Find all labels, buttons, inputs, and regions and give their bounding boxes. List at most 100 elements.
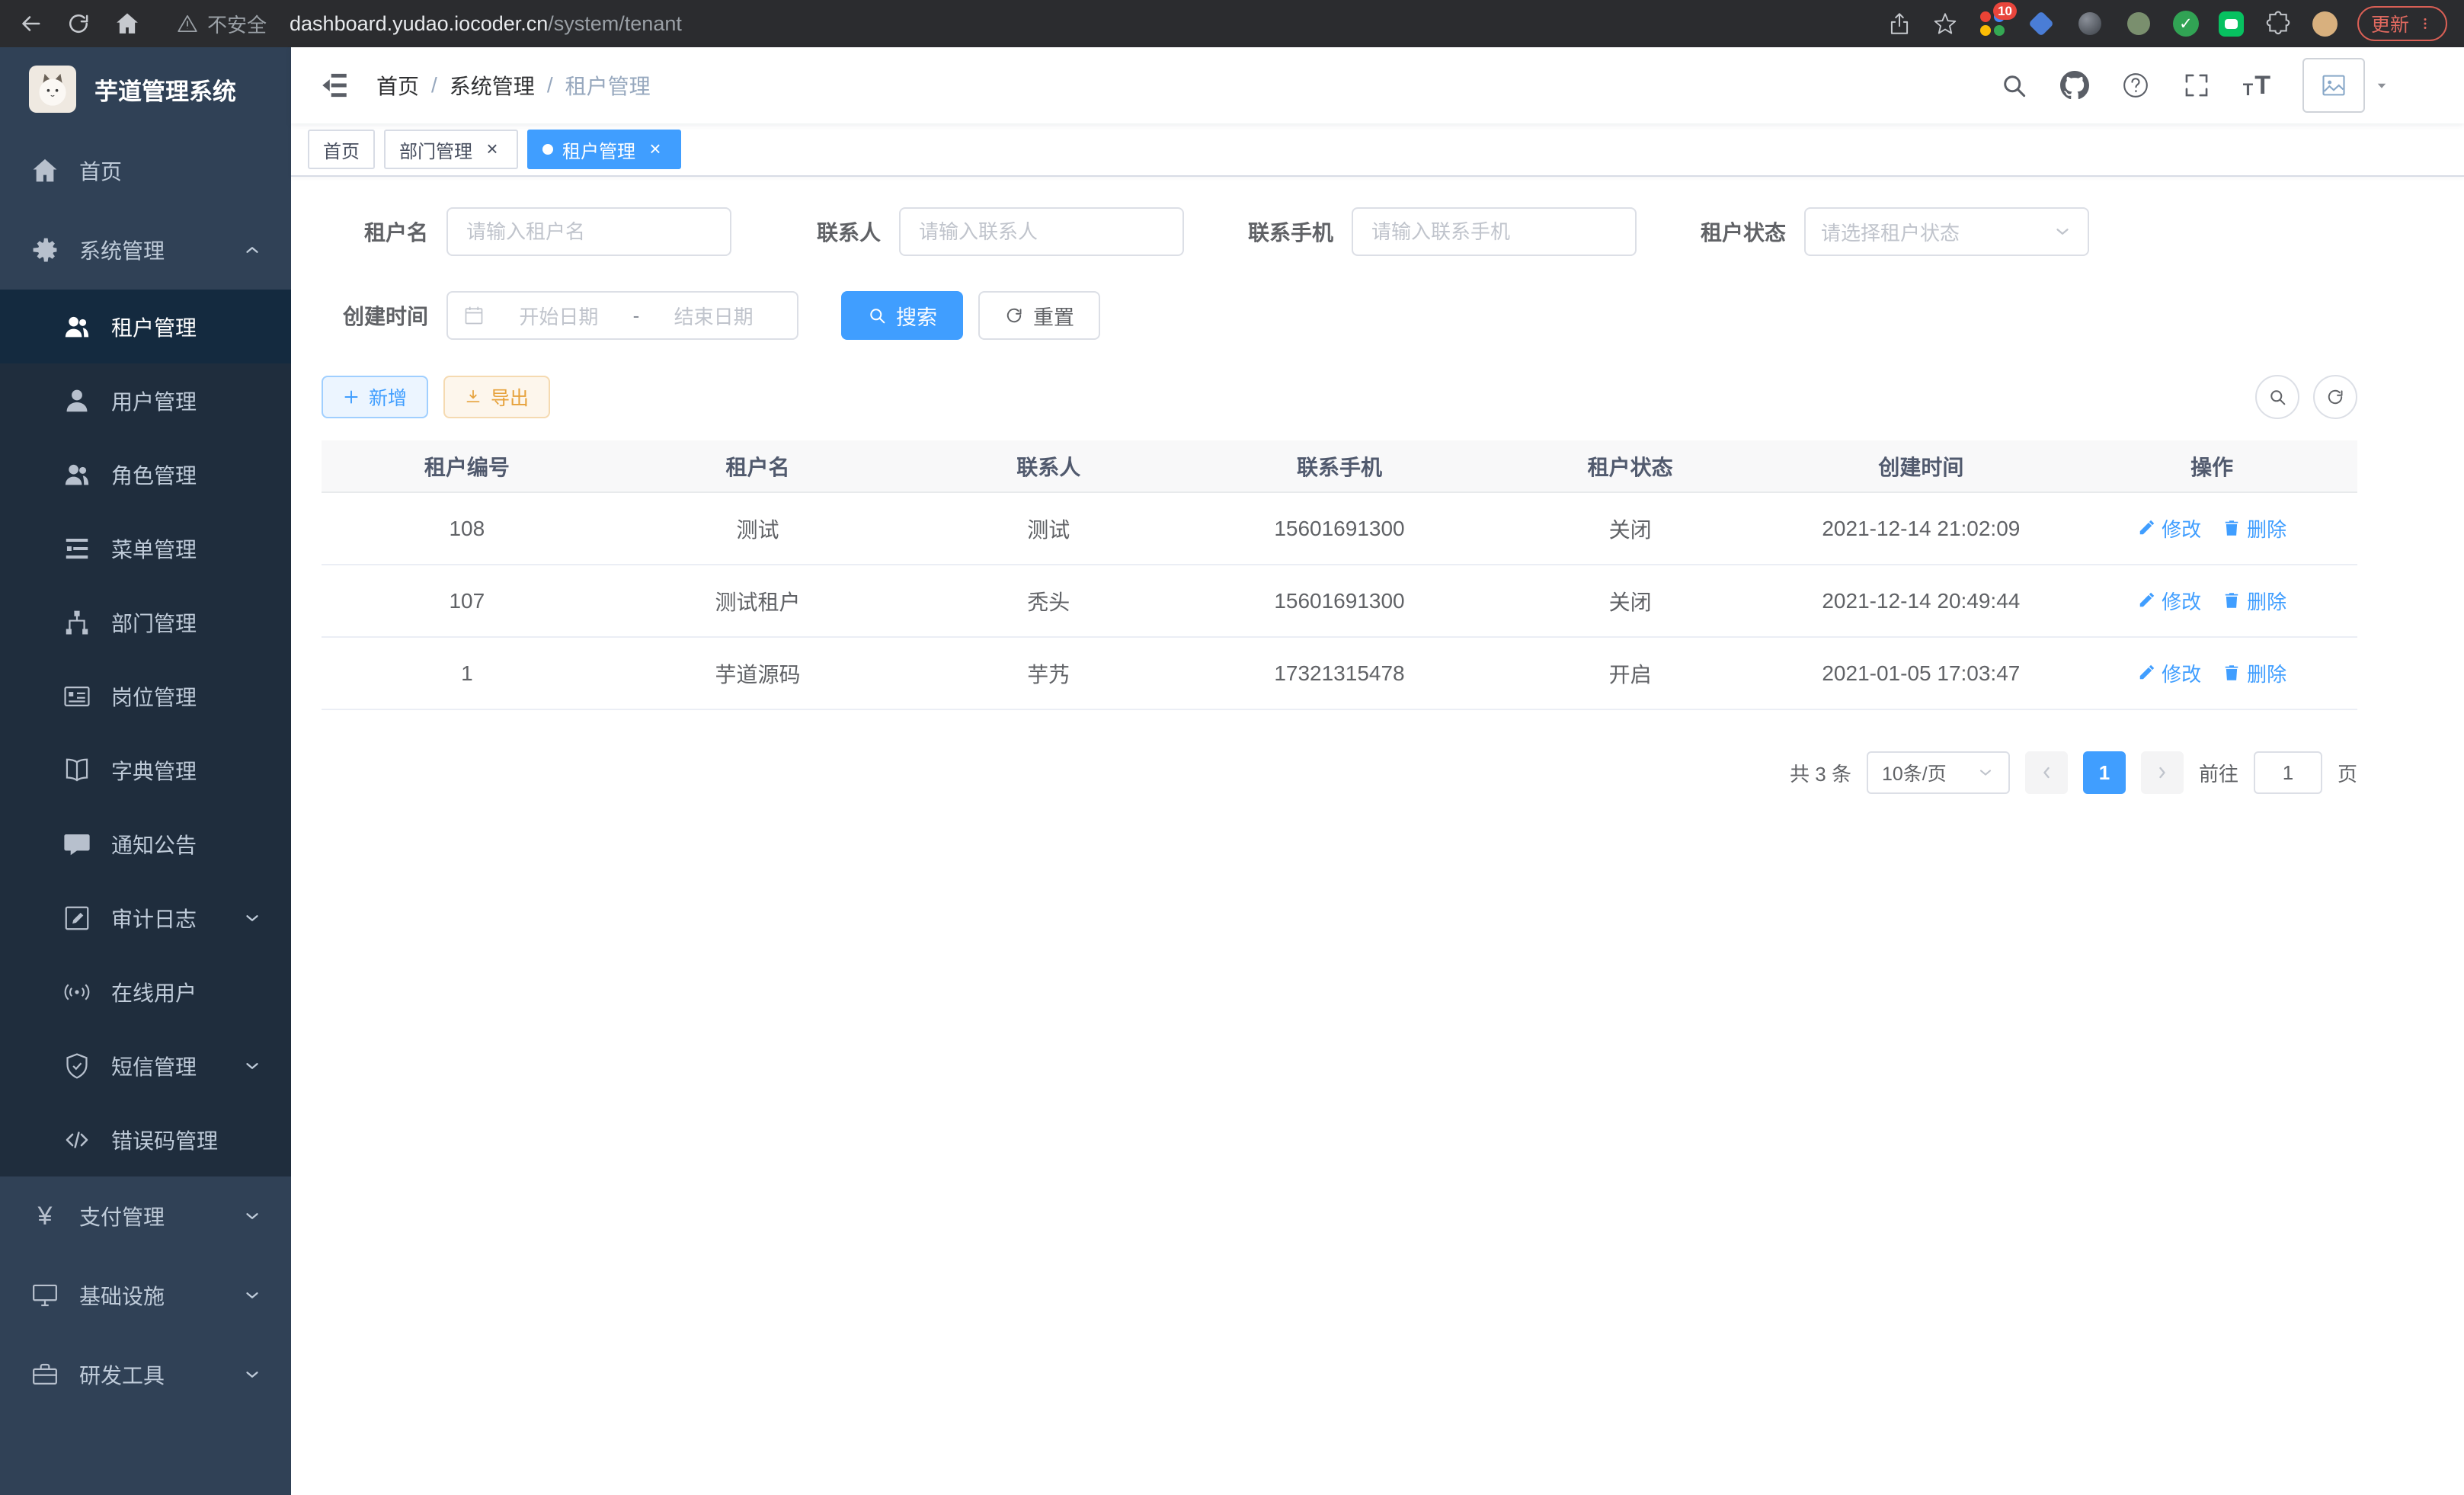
phone-input[interactable] [1352, 207, 1637, 256]
breadcrumb-separator: / [547, 73, 553, 98]
tenant-status-select[interactable]: 请选择租户状态 [1804, 207, 2089, 256]
browser-back-icon[interactable] [17, 11, 43, 37]
browser-home-icon[interactable] [114, 11, 140, 37]
sidebar-item-sms-management[interactable]: 短信管理 [0, 1029, 291, 1103]
sidebar-item-error-code-management[interactable]: 错误码管理 [0, 1103, 291, 1176]
tab-部门管理[interactable]: 部门管理× [384, 130, 518, 169]
column-header: 联系手机 [1194, 440, 1485, 492]
avatar [2302, 58, 2365, 113]
sidebar-collapse-icon[interactable] [318, 69, 350, 101]
delete-button[interactable]: 删除 [2222, 514, 2286, 543]
sidebar-item-notice[interactable]: 通知公告 [0, 807, 291, 881]
browser-update-button[interactable]: 更新 [2357, 6, 2447, 41]
extension-sphere-icon[interactable] [2075, 9, 2104, 38]
cell-id: 108 [322, 492, 613, 565]
sidebar: 芋道管理系统 首页系统管理租户管理用户管理角色管理菜单管理部门管理岗位管理字典管… [0, 47, 291, 1495]
extension-check-icon[interactable]: ✓ [2173, 11, 2199, 37]
extension-dots-icon[interactable]: 10 [1978, 9, 2007, 38]
contact-input[interactable] [899, 207, 1184, 256]
column-header: 租户状态 [1485, 440, 1776, 492]
browser-reload-icon[interactable] [66, 11, 91, 37]
log-icon [62, 904, 91, 933]
help-icon[interactable] [2121, 71, 2150, 100]
extensions-puzzle-icon[interactable] [2264, 9, 2293, 38]
sidebar-item-audit-log[interactable]: 审计日志 [0, 881, 291, 955]
user-icon [62, 386, 91, 415]
export-button[interactable]: 导出 [443, 376, 550, 418]
search-button[interactable]: 搜索 [841, 291, 963, 340]
refresh-icon [1004, 306, 1024, 325]
github-icon[interactable] [2060, 71, 2089, 100]
sidebar-item-pay-management[interactable]: ¥支付管理 [0, 1176, 291, 1256]
column-header: 租户名 [613, 440, 904, 492]
edit-icon [2137, 519, 2155, 537]
logo-image [29, 66, 76, 113]
pagination: 共 3 条 10条/页 1 前往 页 [322, 751, 2357, 794]
font-size-icon[interactable]: TT [2243, 71, 2270, 100]
delete-icon [2222, 519, 2241, 537]
page-number-1[interactable]: 1 [2083, 751, 2126, 794]
sidebar-item-online-user[interactable]: 在线用户 [0, 955, 291, 1029]
sidebar-item-user-management[interactable]: 用户管理 [0, 363, 291, 437]
cell-name: 芋道源码 [613, 637, 904, 709]
header-search-icon[interactable] [1999, 71, 2028, 100]
sidebar-item-infrastructure[interactable]: 基础设施 [0, 1256, 291, 1335]
sidebar-item-role-management[interactable]: 角色管理 [0, 437, 291, 511]
table-row: 1芋道源码芋艿17321315478开启2021-01-05 17:03:47修… [322, 637, 2357, 709]
tab-租户管理[interactable]: 租户管理× [527, 130, 681, 169]
browser-profile-avatar[interactable] [2312, 11, 2338, 37]
user-avatar-dropdown[interactable] [2302, 58, 2391, 113]
sidebar-item-dev-tools[interactable]: 研发工具 [0, 1335, 291, 1414]
add-button[interactable]: 新增 [322, 376, 428, 418]
fullscreen-icon[interactable] [2182, 71, 2211, 100]
breadcrumb-item[interactable]: 首页 [376, 70, 419, 101]
edit-icon [2137, 664, 2155, 682]
sidebar-item-tenant-management[interactable]: 租户管理 [0, 290, 291, 363]
bookmark-star-icon[interactable] [1932, 11, 1958, 37]
breadcrumb-item: 租户管理 [565, 70, 651, 101]
extension-chat-icon[interactable] [2219, 11, 2244, 37]
cell-created: 2021-12-14 21:02:09 [1776, 492, 2067, 565]
toggle-search-button[interactable] [2255, 375, 2299, 419]
address-bar[interactable]: dashboard.yudao.iocoder.cn/system/tenant [290, 12, 682, 36]
site-security-indicator[interactable]: 不安全 [177, 10, 267, 38]
logo[interactable]: 芋道管理系统 [0, 47, 291, 131]
goto-page-input[interactable] [2254, 751, 2322, 794]
breadcrumb-item[interactable]: 系统管理 [450, 70, 535, 101]
next-page-button[interactable] [2141, 751, 2184, 794]
share-icon[interactable] [1886, 11, 1912, 37]
sidebar-item-system-management[interactable]: 系统管理 [0, 210, 291, 290]
create-time-range-picker[interactable]: 开始日期 - 结束日期 [446, 291, 798, 340]
reset-button[interactable]: 重置 [978, 291, 1100, 340]
cell-status: 开启 [1485, 637, 1776, 709]
column-header: 操作 [2066, 440, 2357, 492]
sidebar-item-menu-management[interactable]: 菜单管理 [0, 511, 291, 585]
tree-icon [62, 608, 91, 637]
contact-label: 联系人 [774, 216, 881, 247]
tab-首页[interactable]: 首页 [308, 130, 375, 169]
delete-button[interactable]: 删除 [2222, 587, 2286, 615]
tenant-name-input[interactable] [446, 207, 731, 256]
refresh-table-button[interactable] [2313, 375, 2357, 419]
edit-button[interactable]: 修改 [2137, 514, 2201, 543]
code-icon [62, 1125, 91, 1154]
table-header-row: 租户编号租户名联系人联系手机租户状态创建时间操作 [322, 440, 2357, 492]
sidebar-item-dept-management[interactable]: 部门管理 [0, 585, 291, 659]
edit-button[interactable]: 修改 [2137, 659, 2201, 687]
sidebar-item-home[interactable]: 首页 [0, 131, 291, 210]
close-tab-icon[interactable]: × [482, 139, 503, 160]
edit-button[interactable]: 修改 [2137, 587, 2201, 615]
sidebar-item-post-management[interactable]: 岗位管理 [0, 659, 291, 733]
page-size-select[interactable]: 10条/页 [1867, 751, 2010, 794]
extension-diamond-icon[interactable] [2027, 9, 2056, 38]
search-icon [867, 306, 887, 325]
sidebar-item-dict-management[interactable]: 字典管理 [0, 733, 291, 807]
prev-page-button[interactable] [2025, 751, 2068, 794]
cell-id: 1 [322, 637, 613, 709]
cell-phone: 15601691300 [1194, 492, 1485, 565]
close-tab-icon[interactable]: × [645, 139, 666, 160]
delete-button[interactable]: 删除 [2222, 659, 2286, 687]
navbar: 首页/系统管理/租户管理 TT [291, 47, 2464, 123]
extension-circle-icon[interactable] [2124, 9, 2153, 38]
cell-phone: 17321315478 [1194, 637, 1485, 709]
